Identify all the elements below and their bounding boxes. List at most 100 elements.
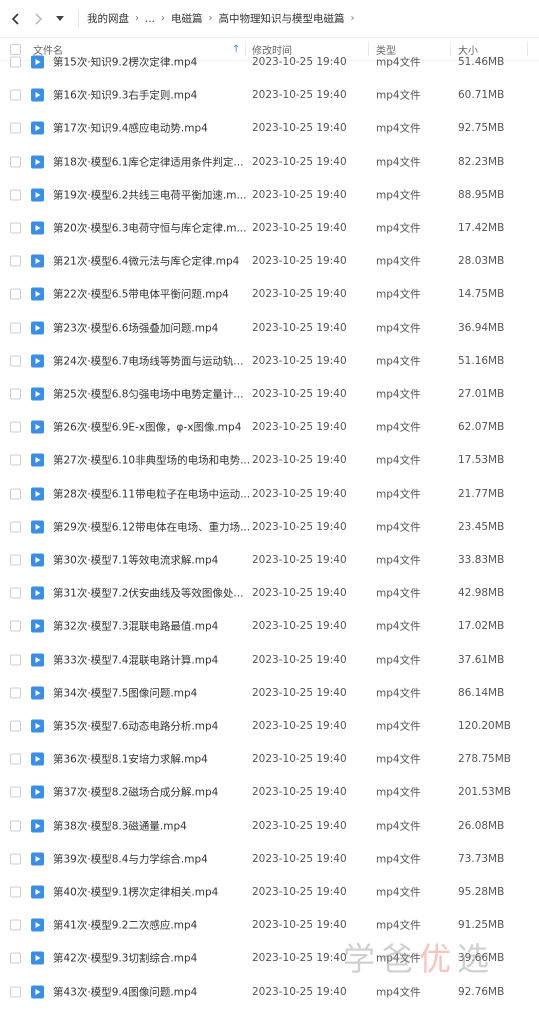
file-row[interactable]: 第35次·模型7.6动态电路分析.mp4 2023-10-25 19:40 mp4文… (0, 710, 539, 743)
file-name[interactable]: 第20次·模型6.3电荷守恒与库仑定律.m... (53, 221, 246, 236)
row-checkbox[interactable] (10, 355, 21, 367)
file-name[interactable]: 第24次·模型6.7电场线等势面与运动轨... (53, 353, 243, 368)
row-checkbox[interactable] (10, 388, 21, 400)
row-checkbox[interactable] (10, 886, 21, 898)
file-row[interactable]: 第43次·模型9.4图像问题.mp4 2023-10-25 19:40 mp4文件 9… (0, 975, 539, 1008)
row-checkbox[interactable] (10, 687, 21, 699)
file-row[interactable]: 第29次·模型6.12带电体在电场、重力场... 2023-10-25 19:40… (0, 510, 539, 543)
row-checkbox[interactable] (10, 89, 21, 101)
row-checkbox[interactable] (10, 521, 21, 533)
file-row[interactable]: 第32次·模型7.3混联电路最值.mp4 2023-10-25 19:40 mp4文… (0, 610, 539, 643)
file-row[interactable]: 第15次·知识9.2楞次定律.mp4 2023-10-25 19:40 mp4文件 5… (0, 47, 539, 79)
row-checkbox[interactable] (10, 919, 21, 931)
breadcrumb-root[interactable]: 我的网盘 (87, 11, 129, 26)
row-checkbox[interactable] (10, 853, 21, 865)
file-name[interactable]: 第22次·模型6.5带电体平衡问题.mp4 (53, 287, 229, 302)
forward-arrow-icon[interactable] (30, 11, 46, 27)
file-name[interactable]: 第27次·模型6.10非典型场的电场和电势... (53, 453, 250, 468)
file-name[interactable]: 第32次·模型7.3混联电路最值.mp4 (53, 619, 218, 634)
breadcrumb-current[interactable]: 高中物理知识与模型电磁篇 (219, 11, 345, 26)
history-dropdown-icon[interactable] (52, 11, 68, 27)
row-checkbox[interactable] (10, 820, 21, 832)
file-row[interactable]: 第34次·模型7.5图像问题.mp4 2023-10-25 19:40 mp4文件 8… (0, 676, 539, 709)
file-name[interactable]: 第19次·模型6.2共线三电荷平衡加速.m... (53, 187, 246, 202)
file-modified-date: 2023-10-25 19:40 (252, 520, 347, 533)
row-checkbox[interactable] (10, 720, 21, 732)
file-name[interactable]: 第35次·模型7.6动态电路分析.mp4 (53, 719, 218, 734)
file-name[interactable]: 第17次·知识9.4感应电动势.mp4 (53, 121, 208, 136)
file-row[interactable]: 第21次·模型6.4微元法与库仑定律.mp4 2023-10-25 19:40 mp… (0, 245, 539, 278)
file-row[interactable]: 第39次·模型8.4与力学综合.mp4 2023-10-25 19:40 mp4文件… (0, 842, 539, 875)
file-name[interactable]: 第31次·模型7.2伏安曲线及等效图像处... (53, 586, 243, 601)
row-checkbox[interactable] (10, 322, 21, 334)
breadcrumb-ellipsis[interactable]: ... (145, 13, 155, 25)
file-row[interactable]: 第22次·模型6.5带电体平衡问题.mp4 2023-10-25 19:40 mp4… (0, 278, 539, 311)
file-size: 62.07MB (458, 421, 505, 434)
file-name[interactable]: 第37次·模型8.2磁场合成分解.mp4 (53, 785, 218, 800)
file-type: mp4文件 (376, 853, 421, 866)
file-name[interactable]: 第30次·模型7.1等效电流求解.mp4 (53, 553, 218, 568)
file-name[interactable]: 第40次·模型9.1楞次定律相关.mp4 (53, 885, 218, 900)
row-checkbox[interactable] (10, 786, 21, 798)
file-name[interactable]: 第43次·模型9.4图像问题.mp4 (53, 984, 197, 999)
row-checkbox[interactable] (10, 122, 21, 134)
file-row[interactable]: 第17次·知识9.4感应电动势.mp4 2023-10-25 19:40 mp4文件… (0, 112, 539, 145)
file-name[interactable]: 第39次·模型8.4与力学综合.mp4 (53, 851, 208, 866)
file-row[interactable]: 第19次·模型6.2共线三电荷平衡加速.m... 2023-10-25 19:40… (0, 178, 539, 211)
file-row[interactable]: 第27次·模型6.10非典型场的电场和电势... 2023-10-25 19:40… (0, 444, 539, 477)
file-row[interactable]: 第24次·模型6.7电场线等势面与运动轨... 2023-10-25 19:40 m… (0, 344, 539, 377)
file-modified-date: 2023-10-25 19:40 (252, 487, 347, 500)
file-row[interactable]: 第16次·知识9.3右手定则.mp4 2023-10-25 19:40 mp4文件 6… (0, 79, 539, 112)
file-name[interactable]: 第26次·模型6.9E-x图像，φ-x图像.mp4 (53, 420, 241, 435)
file-name[interactable]: 第25次·模型6.8匀强电场中电势定量计... (53, 387, 243, 402)
file-row[interactable]: 第25次·模型6.8匀强电场中电势定量计... 2023-10-25 19:40 m… (0, 378, 539, 411)
row-checkbox[interactable] (10, 488, 21, 500)
row-checkbox[interactable] (10, 587, 21, 599)
row-checkbox[interactable] (10, 189, 21, 201)
row-checkbox[interactable] (10, 753, 21, 765)
file-name[interactable]: 第36次·模型8.1安培力求解.mp4 (53, 752, 208, 767)
file-row[interactable]: 第23次·模型6.6场强叠加问题.mp4 2023-10-25 19:40 mp4文… (0, 311, 539, 344)
row-checkbox[interactable] (10, 952, 21, 964)
file-row[interactable]: 第40次·模型9.1楞次定律相关.mp4 2023-10-25 19:40 mp4文… (0, 876, 539, 909)
file-row[interactable]: 第31次·模型7.2伏安曲线及等效图像处... 2023-10-25 19:40 m… (0, 577, 539, 610)
file-modified-date: 2023-10-25 19:40 (252, 388, 347, 400)
file-name[interactable]: 第15次·知识9.2楞次定律.mp4 (53, 55, 197, 70)
row-checkbox[interactable] (10, 620, 21, 632)
file-name[interactable]: 第33次·模型7.4混联电路计算.mp4 (53, 652, 218, 667)
row-checkbox[interactable] (10, 156, 21, 168)
file-name[interactable]: 第18次·模型6.1库仑定律适用条件判定... (53, 154, 243, 169)
file-row[interactable]: 第18次·模型6.1库仑定律适用条件判定... 2023-10-25 19:40 m… (0, 145, 539, 178)
file-type: mp4文件 (376, 189, 421, 202)
file-name[interactable]: 第21次·模型6.4微元法与库仑定律.mp4 (53, 254, 239, 269)
back-arrow-icon[interactable] (8, 11, 24, 27)
file-name[interactable]: 第16次·知识9.3右手定则.mp4 (53, 88, 197, 103)
file-size: 60.71MB (458, 89, 505, 102)
file-name[interactable]: 第23次·模型6.6场强叠加问题.mp4 (53, 320, 218, 335)
row-checkbox[interactable] (10, 986, 21, 998)
file-name[interactable]: 第41次·模型9.2二次感应.mp4 (53, 918, 197, 933)
video-file-icon (31, 852, 44, 866)
file-name[interactable]: 第28次·模型6.11带电粒子在电场中运动... (53, 486, 250, 501)
file-name[interactable]: 第34次·模型7.5图像问题.mp4 (53, 685, 197, 700)
file-row[interactable]: 第30次·模型7.1等效电流求解.mp4 2023-10-25 19:40 mp4文… (0, 544, 539, 577)
file-row[interactable]: 第38次·模型8.3磁通量.mp4 2023-10-25 19:40 mp4文件 26… (0, 809, 539, 842)
file-row[interactable]: 第26次·模型6.9E-x图像，φ-x图像.mp4 2023-10-25 19:4… (0, 411, 539, 444)
file-name[interactable]: 第42次·模型9.3切割综合.mp4 (53, 951, 197, 966)
row-checkbox[interactable] (10, 554, 21, 566)
file-row[interactable]: 第37次·模型8.2磁场合成分解.mp4 2023-10-25 19:40 mp4文… (0, 776, 539, 809)
file-name[interactable]: 第29次·模型6.12带电体在电场、重力场... (53, 519, 250, 534)
breadcrumb-folder[interactable]: 电磁篇 (171, 11, 203, 26)
file-row[interactable]: 第33次·模型7.4混联电路计算.mp4 2023-10-25 19:40 mp4文… (0, 643, 539, 676)
row-checkbox[interactable] (10, 454, 21, 466)
row-checkbox[interactable] (10, 222, 21, 234)
row-checkbox[interactable] (10, 255, 21, 267)
row-checkbox[interactable] (10, 56, 21, 68)
row-checkbox[interactable] (10, 421, 21, 433)
file-row[interactable]: 第28次·模型6.11带电粒子在电场中运动... 2023-10-25 19:40… (0, 477, 539, 510)
row-checkbox[interactable] (10, 654, 21, 666)
file-row[interactable]: 第36次·模型8.1安培力求解.mp4 2023-10-25 19:40 mp4文件… (0, 743, 539, 776)
row-checkbox[interactable] (10, 288, 21, 300)
file-name[interactable]: 第38次·模型8.3磁通量.mp4 (53, 818, 187, 833)
file-row[interactable]: 第20次·模型6.3电荷守恒与库仑定律.m... 2023-10-25 19:40… (0, 212, 539, 245)
